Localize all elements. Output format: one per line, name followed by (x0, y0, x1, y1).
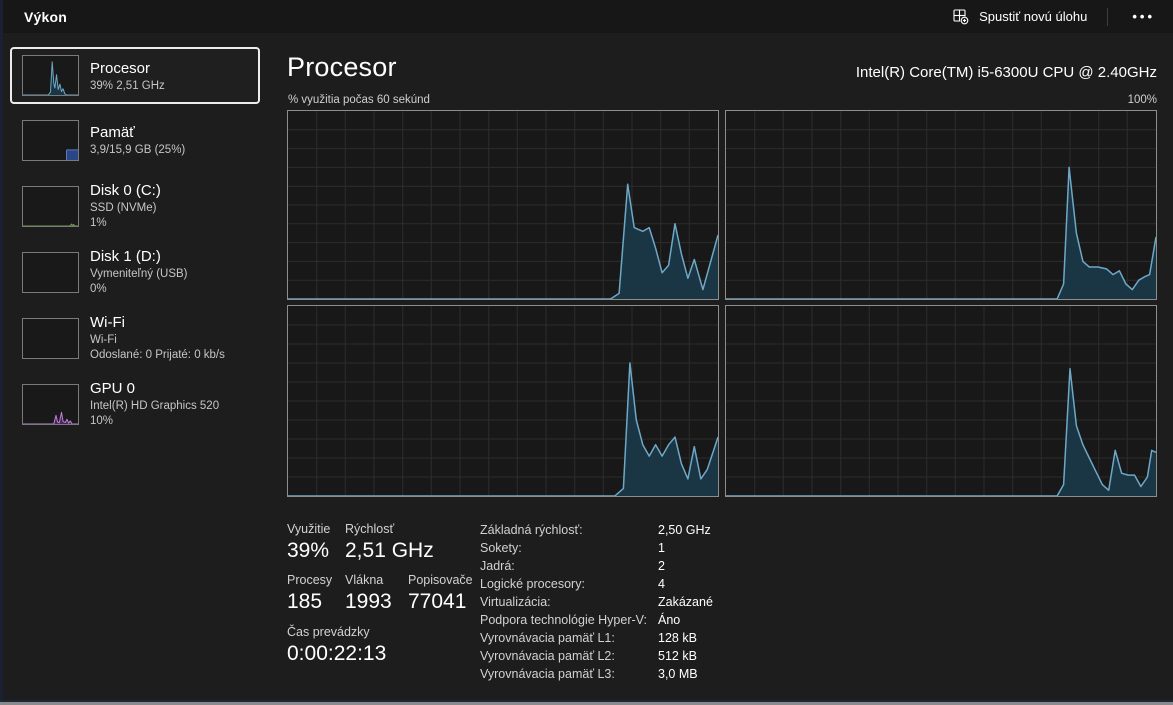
spec-label: Virtualizácia: (480, 595, 658, 609)
sidebar-item-title: Pamäť (90, 123, 258, 143)
spec-label: Vyrovnávacia pamäť L1: (480, 631, 658, 645)
stat-value: 0:00:22:13 (287, 642, 386, 666)
cpu-core-chart-1 (287, 110, 719, 300)
sidebar-item-memory[interactable]: Pamäť 3,9/15,9 GB (25%) (10, 113, 260, 175)
sidebar-item-detail: 1% (90, 216, 258, 231)
spec-value: Zakázané (658, 595, 713, 609)
stat-value: 1993 (345, 590, 392, 614)
run-new-task-label: Spustiť novú úlohu (979, 9, 1087, 24)
stat-value: 39% (287, 539, 329, 563)
spec-value: 2 (658, 559, 665, 573)
cpu-core-chart-2 (725, 110, 1157, 300)
disk1-mini-chart (22, 252, 79, 293)
spec-value: 128 kB (658, 631, 697, 645)
sidebar-item-subtitle: SSD (NVMe) (90, 201, 258, 216)
disk0-mini-chart (22, 186, 79, 227)
sidebar-item-title: Disk 0 (C:) (90, 181, 258, 201)
spec-row: Základná rýchlosť:2,50 GHz (480, 521, 713, 539)
sidebar-item-disk0[interactable]: Disk 0 (C:) SSD (NVMe) 1% (10, 179, 260, 241)
new-task-icon (953, 9, 969, 25)
spec-row: Vyrovnávacia pamäť L2:512 kB (480, 647, 713, 665)
cpu-stats: Využitie 39% Rýchlosť 2,51 GHz Procesy 1… (287, 522, 487, 682)
more-options-button[interactable]: ••• (1114, 0, 1173, 33)
spec-row: Vyrovnávacia pamäť L3:3,0 MB (480, 665, 713, 683)
sidebar-item-subtitle: 3,9/15,9 GB (25%) (90, 143, 258, 158)
page-title: Výkon (24, 9, 67, 25)
stat-value: 185 (287, 590, 322, 614)
cpu-mini-chart (22, 55, 79, 96)
sidebar-item-subtitle: Wi-Fi (90, 333, 258, 348)
sidebar-item-cpu[interactable]: Procesor 39% 2,51 GHz (10, 47, 260, 104)
spec-label: Vyrovnávacia pamäť L2: (480, 649, 658, 663)
task-manager-window: Výkon Spustiť novú úlohu ••• (0, 0, 1173, 705)
cpu-charts-grid (287, 110, 1157, 497)
spec-row: Vyrovnávacia pamäť L1:128 kB (480, 629, 713, 647)
sidebar-item-subtitle: Intel(R) HD Graphics 520 (90, 399, 258, 414)
stat-value: 77041 (408, 590, 466, 614)
spec-value: 3,0 MB (658, 667, 698, 681)
sidebar-item-disk1[interactable]: Disk 1 (D:) Vymeniteľný (USB) 0% (10, 245, 260, 307)
stat-value: 2,51 GHz (345, 539, 434, 563)
cpu-model-name: Intel(R) Core(TM) i5-6300U CPU @ 2.40GHz (856, 64, 1157, 81)
sidebar-item-detail: 0% (90, 282, 258, 297)
section-title: Procesor (287, 52, 397, 83)
sidebar-item-gpu[interactable]: GPU 0 Intel(R) HD Graphics 520 10% (10, 377, 260, 439)
spec-row: Sokety:1 (480, 539, 713, 557)
stat-label: Vlákna (345, 573, 383, 587)
spec-label: Logické procesory: (480, 577, 658, 591)
spec-label: Vyrovnávacia pamäť L3: (480, 667, 658, 681)
sidebar-item-title: GPU 0 (90, 379, 258, 399)
stat-label: Využitie (287, 522, 330, 536)
run-new-task-button[interactable]: Spustiť novú úlohu (939, 0, 1101, 33)
cpu-specs: Základná rýchlosť:2,50 GHz Sokety:1 Jadr… (480, 521, 713, 683)
spec-label: Základná rýchlosť: (480, 523, 658, 537)
top-bar-actions: Spustiť novú úlohu ••• (939, 0, 1173, 33)
spec-label: Podpora technológie Hyper-V: (480, 613, 658, 627)
cpu-core-chart-3 (287, 305, 719, 497)
sidebar-item-detail: Odoslané: 0 Prijaté: 0 kb/s (90, 348, 258, 363)
stat-label: Popisovače (408, 573, 473, 587)
sidebar-item-title: Procesor (90, 59, 256, 79)
sidebar-item-subtitle: 39% 2,51 GHz (90, 79, 256, 94)
stat-label: Rýchlosť (345, 522, 394, 536)
toolbar-separator (1107, 8, 1108, 26)
spec-label: Sokety: (480, 541, 658, 555)
sidebar-item-subtitle: Vymeniteľný (USB) (90, 267, 258, 282)
chart-axis-max: 100% (1128, 94, 1157, 106)
spec-label: Jadrá: (480, 559, 658, 573)
spec-value: 512 kB (658, 649, 697, 663)
memory-mini-chart (22, 120, 79, 161)
spec-value: 1 (658, 541, 665, 555)
spec-value: Áno (658, 613, 680, 627)
sidebar-item-detail: 10% (90, 414, 258, 429)
sidebar-item-title: Wi-Fi (90, 313, 258, 333)
sidebar-item-title: Disk 1 (D:) (90, 247, 258, 267)
cpu-core-chart-4 (725, 305, 1157, 497)
chart-axis-label: % využitia počas 60 sekúnd (288, 94, 430, 106)
stat-label: Procesy (287, 573, 332, 587)
spec-value: 4 (658, 577, 665, 591)
spec-row: Jadrá:2 (480, 557, 713, 575)
spec-row: Podpora technológie Hyper-V:Áno (480, 611, 713, 629)
spec-value: 2,50 GHz (658, 523, 711, 537)
spec-row: Logické procesory:4 (480, 575, 713, 593)
spec-row: Virtualizácia:Zakázané (480, 593, 713, 611)
sidebar-item-wifi[interactable]: Wi-Fi Wi-Fi Odoslané: 0 Prijaté: 0 kb/s (10, 311, 260, 373)
top-bar: Výkon Spustiť novú úlohu ••• (0, 0, 1173, 33)
gpu-mini-chart (22, 384, 79, 425)
window-left-edge (0, 0, 3, 705)
wifi-mini-chart (22, 318, 79, 359)
stat-label: Čas prevádzky (287, 625, 370, 639)
